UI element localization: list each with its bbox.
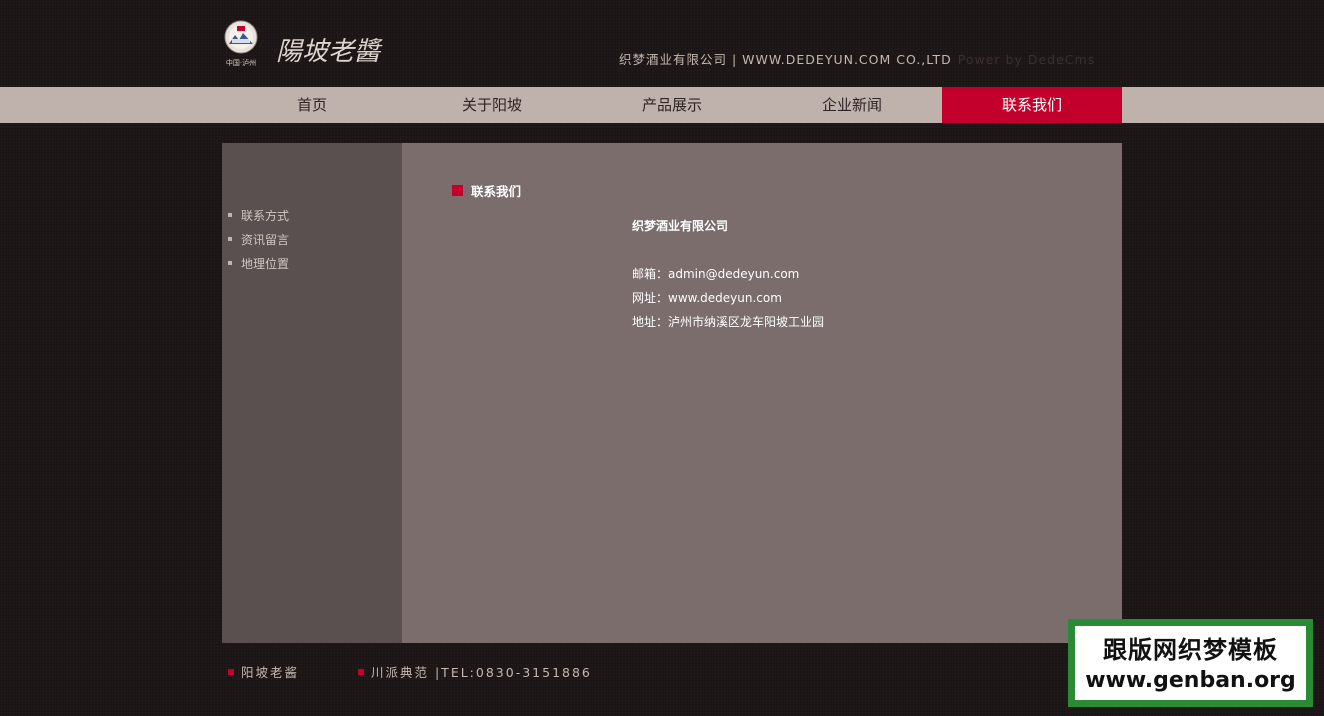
- company-name: 织梦酒业有限公司: [632, 219, 729, 233]
- heading-square-icon: [452, 184, 463, 196]
- sidebar: 联系方式 资讯留言 地理位置: [222, 143, 402, 643]
- site-footer: 阳坡老酱 川派典范 |TEL:0830-3151886: [222, 662, 1122, 682]
- sidebar-item-message[interactable]: 资讯留言: [222, 231, 289, 255]
- svg-text:陽坡老醬: 陽坡老醬: [276, 37, 383, 67]
- sidebar-item-label: 联系方式: [241, 209, 290, 223]
- main-panel: 联系我们 织梦酒业有限公司 邮箱：admin@dedeyun.com 网址：ww…: [402, 143, 1122, 643]
- bullet-icon: [228, 237, 232, 241]
- nav-item-products[interactable]: 产品展示: [582, 87, 762, 123]
- nav-item-news[interactable]: 企业新闻: [762, 87, 942, 123]
- bullet-icon: [228, 261, 232, 265]
- header-company-line: 织梦酒业有限公司 | WWW.DEDEYUN.COM CO.,LTD Power …: [619, 49, 1095, 68]
- footer-brand-text: 阳坡老酱: [241, 665, 300, 680]
- sidebar-item-label: 资讯留言: [241, 233, 290, 247]
- watermark-line1: 跟版网织梦模板: [1103, 636, 1278, 664]
- content-area: 联系方式 资讯留言 地理位置 联系我们 织梦酒业有限公司 邮箱：admin@de…: [222, 143, 1122, 643]
- main-nav: 首页 关于阳坡 产品展示 企业新闻 联系我们: [0, 87, 1324, 123]
- sidebar-item-label: 地理位置: [241, 257, 290, 271]
- footer-slogan: 川派典范 |TEL:0830-3151886: [358, 662, 592, 681]
- footer-slogan-text: 川派典范 |TEL:0830-3151886: [371, 665, 592, 680]
- nav-item-about[interactable]: 关于阳坡: [402, 87, 582, 123]
- sidebar-item-location[interactable]: 地理位置: [222, 255, 289, 279]
- watermark-line2: www.genban.org: [1085, 668, 1296, 693]
- company-line-text: 织梦酒业有限公司 | WWW.DEDEYUN.COM CO.,LTD: [619, 52, 952, 67]
- page-title: 联系我们: [471, 183, 522, 199]
- footer-brand: 阳坡老酱: [228, 662, 299, 681]
- site-header: 中国·泸州 陽坡老醬 织梦酒业有限公司 | WWW.DEDEYUN.COM CO…: [0, 0, 1324, 87]
- nav-items: 首页 关于阳坡 产品展示 企业新闻 联系我们: [222, 87, 1122, 123]
- brand-script-logo[interactable]: 陽坡老醬: [276, 34, 394, 68]
- watermark-inner: 跟版网织梦模板 www.genban.org: [1072, 623, 1309, 703]
- website-line: 网址：www.dedeyun.com: [632, 291, 782, 305]
- watermark-badge: 跟版网织梦模板 www.genban.org: [1068, 619, 1313, 707]
- email-line: 邮箱：admin@dedeyun.com: [632, 267, 800, 281]
- svg-text:中国·泸州: 中国·泸州: [226, 58, 256, 67]
- section-heading: 联系我们: [452, 181, 521, 199]
- sidebar-item-contact-method[interactable]: 联系方式: [222, 207, 289, 231]
- nav-item-contact[interactable]: 联系我们: [942, 87, 1122, 123]
- footer-square-icon: [358, 668, 364, 675]
- power-by-text[interactable]: Power by DedeCms: [958, 52, 1095, 67]
- bullet-icon: [228, 213, 232, 217]
- nav-item-home[interactable]: 首页: [222, 87, 402, 123]
- footer-square-icon: [228, 668, 234, 675]
- brand-emblem-icon[interactable]: 中国·泸州: [222, 20, 260, 68]
- address-line: 地址：泸州市纳溪区龙车阳坡工业园: [632, 315, 825, 329]
- sidebar-list: 联系方式 资讯留言 地理位置: [222, 207, 289, 279]
